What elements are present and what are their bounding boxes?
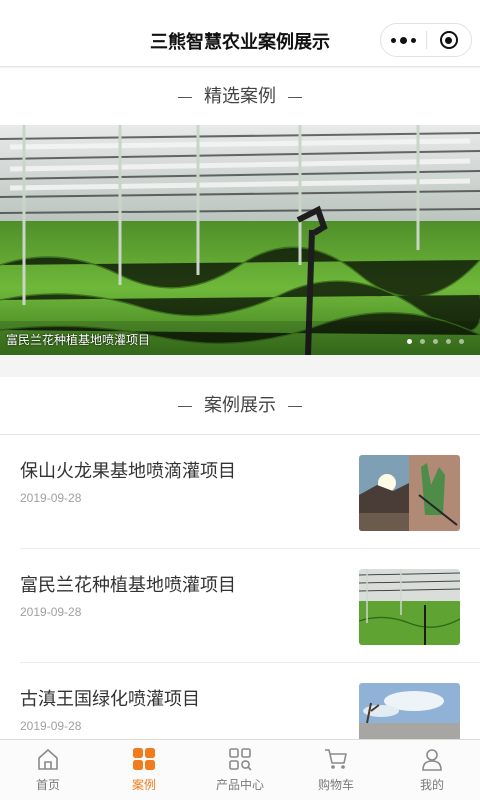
featured-heading: 精选案例 xyxy=(0,68,480,125)
case-thumbnail xyxy=(359,455,460,531)
cases-heading-label: 案例展示 xyxy=(204,395,276,415)
case-thumbnail xyxy=(359,683,460,740)
featured-banner[interactable]: 富民兰花种植基地喷灌项目 xyxy=(0,125,480,355)
tab-profile[interactable]: 我的 xyxy=(384,740,480,800)
tab-label: 产品中心 xyxy=(215,778,264,792)
case-item[interactable]: 保山火龙果基地喷滴灌项目 2019-09-28 xyxy=(20,435,480,549)
carousel-dot[interactable] xyxy=(446,339,451,344)
tab-label: 首页 xyxy=(35,778,60,792)
case-item[interactable]: 富民兰花种植基地喷灌项目 2019-09-28 xyxy=(20,549,480,663)
tab-products[interactable]: 产品中心 xyxy=(192,740,288,800)
tab-bar: 首页 案例 产品中心 购物车 我的 xyxy=(0,739,480,800)
cases-heading: 案例展示 xyxy=(0,377,480,434)
case-date: 2019-09-28 xyxy=(20,719,82,733)
case-title: 保山火龙果基地喷滴灌项目 xyxy=(20,461,236,481)
case-title: 富民兰花种植基地喷灌项目 xyxy=(20,575,236,595)
grid-icon xyxy=(133,748,155,770)
target-icon xyxy=(439,31,458,49)
case-thumbnail xyxy=(359,569,460,645)
case-date: 2019-09-28 xyxy=(20,491,82,505)
featured-heading-label: 精选案例 xyxy=(204,86,276,106)
case-item[interactable]: 古滇王国绿化喷灌项目 2019-09-28 xyxy=(20,663,480,740)
app: 三熊智慧农业案例展示 精选案例 富民兰花种植基地喷灌项目 案例展示 保山火龙果基… xyxy=(0,0,480,800)
tab-label: 我的 xyxy=(419,778,444,792)
case-title: 古滇王国绿化喷灌项目 xyxy=(20,689,200,709)
products-icon xyxy=(229,748,252,771)
carousel-dot[interactable] xyxy=(433,339,438,344)
banner-caption: 富民兰花种植基地喷灌项目 xyxy=(6,333,151,347)
carousel-dot[interactable] xyxy=(420,339,425,344)
dash-right xyxy=(288,96,302,98)
dash-right xyxy=(288,405,302,407)
greenhouse-photo xyxy=(0,125,480,355)
close-miniapp-button[interactable] xyxy=(427,24,471,56)
dash-left xyxy=(178,405,192,407)
carousel-dot[interactable] xyxy=(407,339,412,344)
case-list: 保山火龙果基地喷滴灌项目 2019-09-28 富民兰花种植基地喷灌项目 201… xyxy=(0,434,480,740)
more-dots-icon-right xyxy=(411,37,416,43)
tab-label: 案例 xyxy=(131,778,156,792)
dash-left xyxy=(178,96,192,98)
more-menu-button[interactable] xyxy=(381,24,426,56)
case-date: 2019-09-28 xyxy=(20,605,82,619)
tab-cases[interactable]: 案例 xyxy=(96,740,192,800)
carousel-indicator xyxy=(399,339,464,344)
tab-cart[interactable]: 购物车 xyxy=(288,740,384,800)
tab-label: 购物车 xyxy=(317,778,354,792)
more-dots-icon-center xyxy=(400,36,407,44)
user-icon xyxy=(422,749,442,771)
more-dots-icon xyxy=(391,37,396,43)
carousel-dot[interactable] xyxy=(459,339,464,344)
cart-icon xyxy=(325,749,347,769)
tab-home[interactable]: 首页 xyxy=(0,740,96,800)
nav-bar: 三熊智慧农业案例展示 xyxy=(0,0,480,67)
miniapp-capsule xyxy=(380,23,472,57)
home-icon xyxy=(38,749,58,770)
